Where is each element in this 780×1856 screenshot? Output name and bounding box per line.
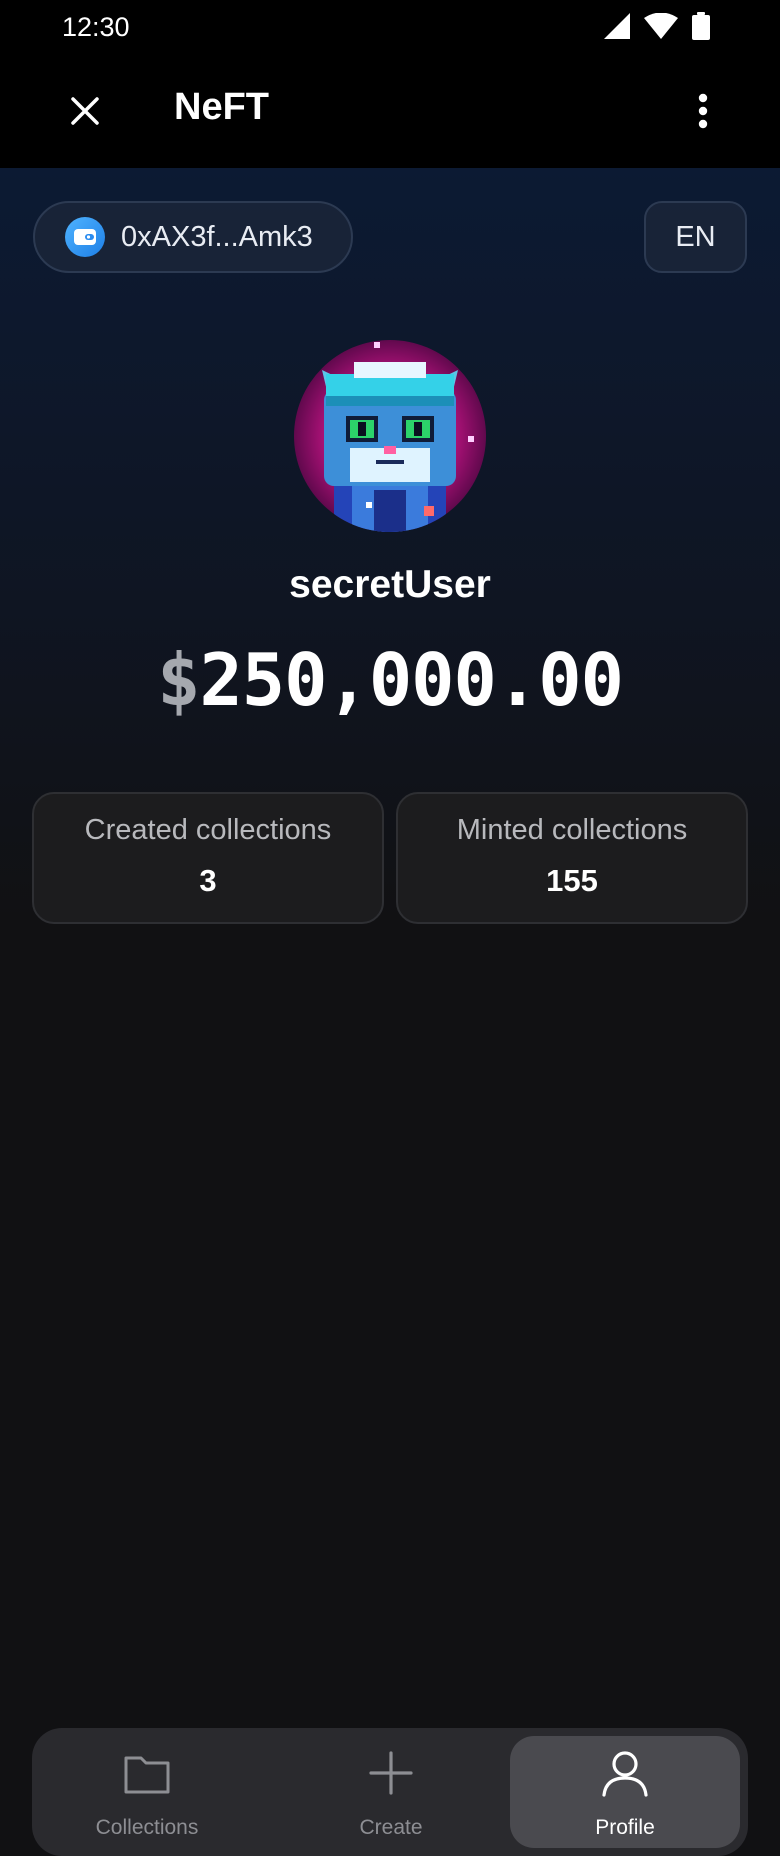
wifi-icon xyxy=(644,12,678,44)
balance: $250,000.00 xyxy=(0,638,780,722)
app-title: NeFT xyxy=(174,86,269,128)
nav-label-profile: Profile xyxy=(595,1816,655,1839)
minted-collections-value: 155 xyxy=(546,863,598,898)
profile-screen: 0xAX3f...Amk3 EN secretUser $250,000.00 … xyxy=(0,168,780,1856)
nav-item-profile[interactable]: Profile xyxy=(510,1736,740,1848)
wallet-address: 0xAX3f...Amk3 xyxy=(121,220,313,253)
nav-item-create[interactable]: Create xyxy=(276,1736,506,1848)
minted-collections-label: Minted collections xyxy=(456,814,688,846)
wallet-icon xyxy=(65,217,105,257)
language-button[interactable]: EN xyxy=(644,201,747,273)
status-time: 12:30 xyxy=(62,12,130,42)
bottom-navigation: Collections Create Profile xyxy=(32,1728,748,1856)
nav-item-collections[interactable]: Collections xyxy=(32,1736,262,1848)
folder-icon xyxy=(122,1748,172,1798)
username: secretUser xyxy=(289,563,491,606)
plus-icon xyxy=(366,1748,416,1798)
balance-currency: $ xyxy=(157,638,200,722)
close-icon xyxy=(69,95,101,132)
avatar xyxy=(294,340,486,532)
created-collections-label: Created collections xyxy=(84,814,332,846)
more-options-button[interactable] xyxy=(678,88,728,138)
close-button[interactable] xyxy=(60,88,110,138)
created-collections-value: 3 xyxy=(199,863,217,898)
created-collections-card[interactable]: Created collections 3 xyxy=(32,792,384,924)
status-bar: 12:30 xyxy=(0,0,780,56)
signal-icon xyxy=(604,12,630,44)
battery-icon xyxy=(692,11,710,45)
app-bar: NeFT xyxy=(0,56,780,168)
nav-label-collections: Collections xyxy=(95,1816,199,1839)
balance-amount: 250,000.00 xyxy=(199,638,623,722)
minted-collections-card[interactable]: Minted collections 155 xyxy=(396,792,748,924)
more-vert-icon xyxy=(697,93,709,134)
person-icon xyxy=(600,1748,650,1798)
status-icons xyxy=(604,11,710,45)
wallet-address-button[interactable]: 0xAX3f...Amk3 xyxy=(33,201,353,273)
nav-label-create: Create xyxy=(359,1816,423,1839)
